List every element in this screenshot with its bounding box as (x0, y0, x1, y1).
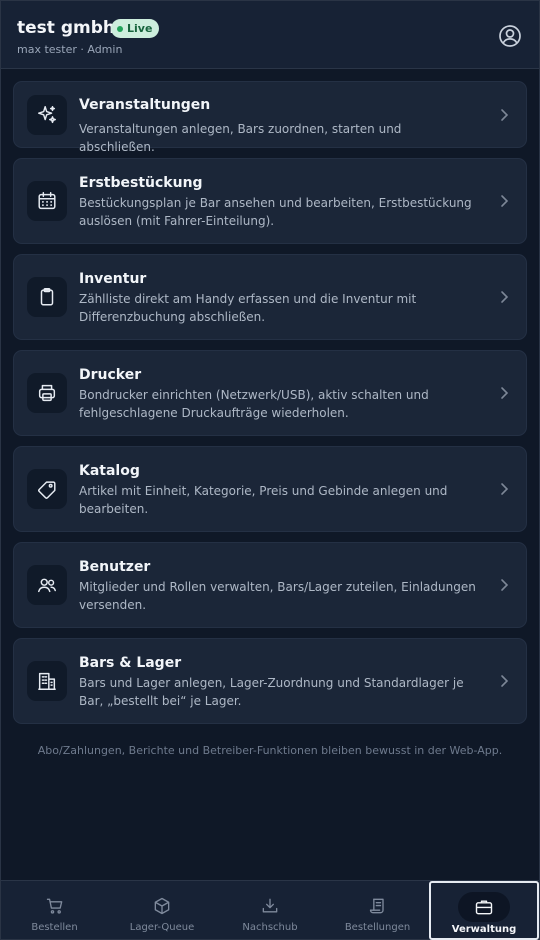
chevron-right-icon (501, 109, 509, 121)
tag-icon (27, 469, 67, 509)
menu-item-title: Inventur (79, 271, 147, 287)
menu-item-description: Artikel mit Einheit, Kategorie, Preis un… (79, 484, 448, 516)
menu-item-inventur[interactable]: Inventur Zählliste direkt am Handy erfas… (13, 254, 527, 340)
briefcase-icon (475, 900, 493, 915)
org-name: test gmbh (17, 18, 115, 38)
footer-note: Abo/Zahlungen, Berichte und Betreiber-Fu… (37, 744, 503, 757)
printer-icon (27, 373, 67, 413)
tab-label: Verwaltung (451, 924, 517, 935)
sparkles-icon (27, 95, 67, 135)
chevron-right-icon (501, 195, 509, 207)
tab-lager-queue[interactable]: Lager-Queue (108, 881, 216, 940)
receipt-icon (369, 898, 384, 914)
menu-item-benutzer[interactable]: Benutzer Mitglieder und Rollen verwalten… (13, 542, 527, 628)
menu-item-title: Bars & Lager (79, 655, 182, 671)
menu-item-title: Benutzer (79, 559, 151, 575)
tab-bestellen[interactable]: Bestellen (1, 881, 108, 940)
status-badge-label: Live (127, 22, 153, 35)
chevron-right-icon (501, 291, 509, 303)
status-badge: Live (111, 19, 160, 38)
menu-item-title: Drucker (79, 367, 142, 383)
user-role: max tester · Admin (17, 43, 123, 56)
tab-verwaltung[interactable]: Verwaltung (429, 881, 539, 940)
tab-label: Nachschub (242, 922, 298, 933)
users-icon (27, 565, 67, 605)
menu-item-katalog[interactable]: Katalog Artikel mit Einheit, Kategorie, … (13, 446, 527, 532)
menu-item-description: Bestückungsplan je Bar ansehen und bearb… (79, 196, 472, 228)
chevron-right-icon (501, 387, 509, 399)
building-icon (27, 661, 67, 701)
menu-item-title: Erstbestückung (79, 175, 203, 191)
cart-icon (46, 898, 62, 914)
admin-menu: Veranstaltungen Veranstaltungen anlegen,… (13, 81, 527, 734)
active-tab-indicator (458, 892, 510, 922)
tab-label: Bestellungen (344, 922, 411, 933)
menu-item-description: Bars und Lager anlegen, Lager-Zuordnung … (79, 676, 464, 708)
account-circle-icon[interactable] (498, 24, 522, 48)
menu-item-bars-lager[interactable]: Bars & Lager Bars und Lager anlegen, Lag… (13, 638, 527, 724)
calendar-icon (27, 181, 67, 221)
menu-item-veranstaltungen[interactable]: Veranstaltungen Veranstaltungen anlegen,… (13, 81, 527, 154)
menu-item-title: Katalog (79, 463, 140, 479)
tab-label: Bestellen (31, 922, 78, 933)
box-icon (154, 897, 170, 915)
chevron-right-icon (501, 579, 509, 591)
tab-label: Lager-Queue (129, 922, 195, 933)
clipboard-icon (27, 277, 67, 317)
download-icon (262, 898, 278, 913)
menu-item-erstbestueckung[interactable]: Erstbestückung Bestückungsplan je Bar an… (13, 158, 527, 244)
menu-item-drucker[interactable]: Drucker Bondrucker einrichten (Netzwerk/… (13, 350, 527, 436)
menu-item-description: Bondrucker einrichten (Netzwerk/USB), ak… (79, 388, 429, 420)
tab-nachschub[interactable]: Nachschub (216, 881, 324, 940)
app-header: test gmbh Live max tester · Admin (1, 1, 539, 69)
chevron-right-icon (501, 483, 509, 495)
menu-item-description: Veranstaltungen anlegen, Bars zuordnen, … (79, 122, 402, 154)
tab-bestellungen[interactable]: Bestellungen (324, 881, 431, 940)
bottom-tab-bar: Bestellen Lager-Queue Nachschub Bestellu… (1, 880, 539, 940)
chevron-right-icon (501, 675, 509, 687)
menu-item-title: Veranstaltungen (79, 97, 211, 113)
menu-item-description: Zählliste direkt am Handy erfassen und d… (79, 292, 417, 324)
menu-item-description: Mitglieder und Rollen verwalten, Bars/La… (79, 580, 476, 612)
status-dot (117, 25, 123, 32)
